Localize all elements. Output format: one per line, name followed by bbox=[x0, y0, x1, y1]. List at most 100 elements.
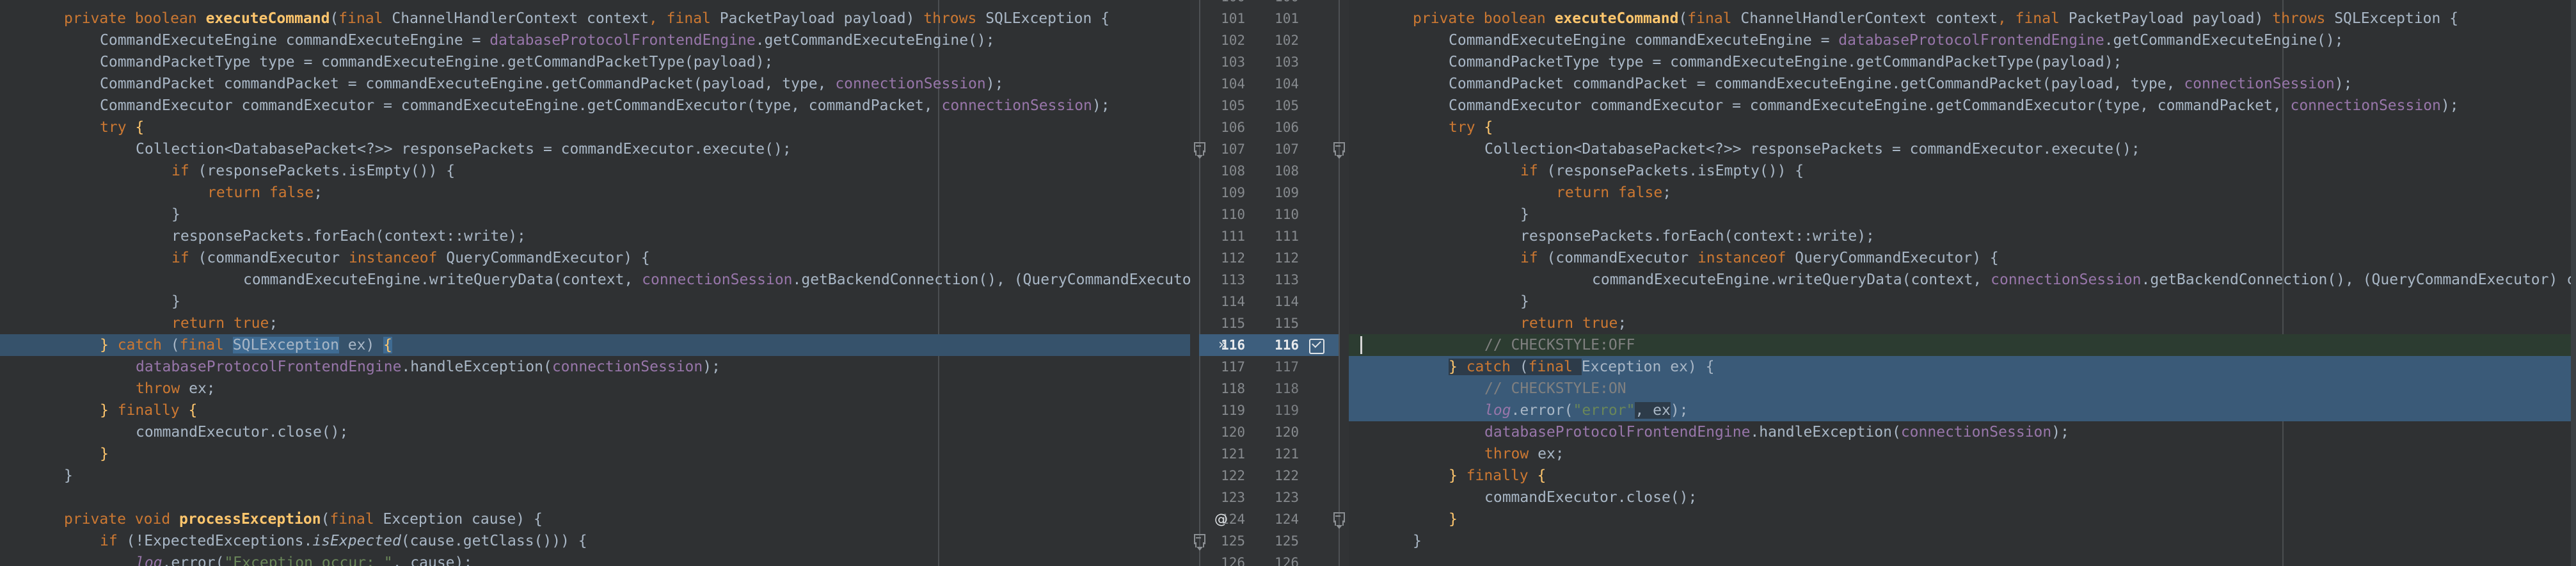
code-line[interactable]: return false; bbox=[1349, 182, 2571, 204]
code-token: if bbox=[1520, 250, 1547, 266]
code-token: responsePackets.forEach(context::write); bbox=[1520, 228, 1875, 245]
code-line[interactable]: return true; bbox=[0, 312, 1190, 334]
line-number-right: 125 bbox=[1266, 530, 1299, 552]
code-line[interactable]: private void processException(final Exce… bbox=[0, 508, 1190, 530]
code-line[interactable]: CommandExecuteEngine commandExecuteEngin… bbox=[0, 29, 1190, 51]
code-token: // CHECKSTYLE:ON bbox=[1484, 380, 1626, 397]
code-line[interactable]: databaseProtocolFrontendEngine.handleExc… bbox=[0, 356, 1190, 378]
line-number-right: 115 bbox=[1266, 312, 1299, 334]
code-token: CommandExecuteEngine commandExecuteEngin… bbox=[100, 32, 489, 49]
center-gutter[interactable]: 1001001011011021021031031041041051051061… bbox=[1190, 0, 1349, 566]
code-line[interactable]: if (responsePackets.isEmpty()) { bbox=[1349, 160, 2571, 182]
code-line[interactable]: } bbox=[1349, 204, 2571, 225]
code-line[interactable]: Collection<DatabasePacket<?>> responsePa… bbox=[0, 138, 1190, 160]
code-line[interactable]: commandExecuteEngine.writeQueryData(cont… bbox=[1349, 269, 2571, 291]
code-line[interactable]: commandExecuteEngine.writeQueryData(cont… bbox=[0, 269, 1190, 291]
code-token: final bbox=[667, 10, 720, 27]
code-line[interactable]: } bbox=[0, 291, 1190, 312]
code-line[interactable] bbox=[0, 0, 1190, 8]
code-line[interactable]: CommandPacket commandPacket = commandExe… bbox=[1349, 73, 2571, 95]
code-token: if bbox=[171, 163, 198, 179]
right-editor-pane[interactable]: private boolean executeCommand(final Cha… bbox=[1349, 0, 2571, 566]
line-number-left: 114 bbox=[1212, 291, 1245, 312]
code-line[interactable] bbox=[1349, 552, 2571, 566]
code-line[interactable]: } bbox=[0, 204, 1190, 225]
code-token: ); bbox=[1671, 402, 1689, 419]
code-line[interactable]: commandExecutor.close(); bbox=[1349, 487, 2571, 508]
line-number-right: 110 bbox=[1266, 204, 1299, 225]
left-editor-pane[interactable]: private boolean executeCommand(final Cha… bbox=[0, 0, 1190, 566]
apply-change-icon[interactable]: » bbox=[1218, 334, 1227, 356]
fold-marker-left[interactable] bbox=[1194, 534, 1205, 548]
code-line[interactable]: return true; bbox=[1349, 312, 2571, 334]
code-token: connectionSession bbox=[2184, 76, 2334, 92]
code-line[interactable]: CommandExecutor commandExecutor = comman… bbox=[0, 95, 1190, 117]
code-line[interactable]: Collection<DatabasePacket<?>> responsePa… bbox=[1349, 138, 2571, 160]
line-number-left: 115 bbox=[1212, 312, 1245, 334]
code-line[interactable]: CommandExecutor commandExecutor = comman… bbox=[1349, 95, 2571, 117]
fold-marker-left[interactable] bbox=[1194, 142, 1205, 156]
code-token: PacketPayload payload bbox=[720, 10, 906, 27]
code-line[interactable]: } bbox=[1349, 508, 2571, 530]
code-line[interactable]: responsePackets.forEach(context::write); bbox=[1349, 225, 2571, 247]
code-line[interactable]: CommandExecuteEngine commandExecuteEngin… bbox=[1349, 29, 2571, 51]
code-token: .error( bbox=[163, 554, 225, 566]
code-token: final bbox=[180, 337, 233, 353]
code-line[interactable]: } bbox=[1349, 291, 2571, 312]
code-line[interactable]: if (commandExecutor instanceof QueryComm… bbox=[1349, 247, 2571, 269]
code-line[interactable] bbox=[1349, 0, 2571, 8]
code-token: databaseProtocolFrontendEngine bbox=[136, 359, 401, 375]
code-token: responsePackets.forEach(context::write); bbox=[171, 228, 526, 245]
line-number-right: 101 bbox=[1266, 8, 1299, 29]
code-token: ChannelHandlerContext context bbox=[392, 10, 649, 27]
code-line[interactable]: private boolean executeCommand(final Cha… bbox=[0, 8, 1190, 29]
error-stripe-scrollbar[interactable] bbox=[2571, 0, 2576, 566]
code-line[interactable]: try { bbox=[1349, 117, 2571, 138]
code-line[interactable]: } bbox=[1349, 530, 2571, 552]
code-line[interactable]: try { bbox=[0, 117, 1190, 138]
right-code-text[interactable]: private boolean executeCommand(final Cha… bbox=[1349, 0, 2571, 566]
code-line[interactable]: // CHECKSTYLE:ON bbox=[1349, 378, 2571, 400]
left-code-text[interactable]: private boolean executeCommand(final Cha… bbox=[0, 0, 1190, 566]
code-line[interactable]: } catch (final Exception ex) { bbox=[1349, 356, 2571, 378]
code-line[interactable]: // CHECKSTYLE:OFF bbox=[1349, 334, 2571, 356]
code-line[interactable]: CommandPacketType type = commandExecuteE… bbox=[1349, 51, 2571, 73]
line-number-left: 118 bbox=[1212, 378, 1245, 400]
code-token: connectionSession bbox=[1901, 424, 2051, 441]
code-line[interactable]: throw ex; bbox=[0, 378, 1190, 400]
code-line[interactable]: } finally { bbox=[0, 400, 1190, 421]
line-number-left: 102 bbox=[1212, 29, 1245, 51]
code-line[interactable]: throw ex; bbox=[1349, 443, 2571, 465]
accept-change-checkbox[interactable] bbox=[1309, 339, 1324, 354]
line-number-left: 122 bbox=[1212, 465, 1245, 487]
code-line[interactable]: CommandPacketType type = commandExecuteE… bbox=[0, 51, 1190, 73]
code-token: CommandExecutor commandExecutor = comman… bbox=[100, 97, 941, 114]
code-line[interactable]: } catch (final SQLException ex) { bbox=[0, 334, 1190, 356]
code-line[interactable]: } bbox=[0, 465, 1190, 487]
line-number-left: 107 bbox=[1212, 138, 1245, 160]
code-token: void bbox=[135, 511, 179, 528]
code-line[interactable]: if (!ExpectedExceptions.isExpected(cause… bbox=[0, 530, 1190, 552]
code-line[interactable]: commandExecutor.close(); bbox=[0, 421, 1190, 443]
code-line[interactable]: if (commandExecutor instanceof QueryComm… bbox=[0, 247, 1190, 269]
line-number-right: 118 bbox=[1266, 378, 1299, 400]
fold-marker-right[interactable] bbox=[1333, 512, 1345, 526]
code-token: } bbox=[171, 293, 180, 310]
code-line[interactable]: databaseProtocolFrontendEngine.handleExc… bbox=[1349, 421, 2571, 443]
code-line[interactable]: log.error("error", ex); bbox=[1349, 400, 2571, 421]
code-line[interactable]: } finally { bbox=[1349, 465, 2571, 487]
annotation-marker-icon[interactable]: @ bbox=[1214, 508, 1228, 530]
code-token: commandExecutor.close(); bbox=[136, 424, 348, 441]
code-line[interactable]: responsePackets.forEach(context::write); bbox=[0, 225, 1190, 247]
code-token: , cause); bbox=[393, 554, 473, 566]
code-line[interactable]: if (responsePackets.isEmpty()) { bbox=[0, 160, 1190, 182]
code-line[interactable]: log.error("Exception occur: ", cause); bbox=[0, 552, 1190, 566]
code-token: CommandPacketType type = commandExecuteE… bbox=[100, 54, 773, 70]
line-number-left: 113 bbox=[1212, 269, 1245, 291]
code-line[interactable]: } bbox=[0, 443, 1190, 465]
fold-marker-right[interactable] bbox=[1333, 142, 1345, 156]
code-line[interactable]: CommandPacket commandPacket = commandExe… bbox=[0, 73, 1190, 95]
code-line[interactable]: private boolean executeCommand(final Cha… bbox=[1349, 8, 2571, 29]
code-line[interactable]: return false; bbox=[0, 182, 1190, 204]
code-line[interactable] bbox=[0, 487, 1190, 508]
